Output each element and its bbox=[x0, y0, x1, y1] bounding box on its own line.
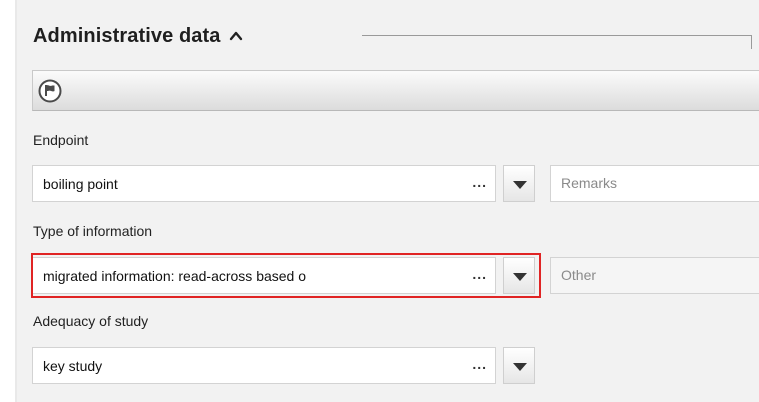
endpoint-field[interactable]: boiling point ... bbox=[32, 165, 496, 202]
endpoint-value: boiling point bbox=[43, 176, 118, 192]
adequacy-of-study-value: key study bbox=[43, 358, 103, 374]
adequacy-of-study-dropdown-button[interactable] bbox=[503, 347, 535, 384]
chevron-down-icon bbox=[513, 363, 527, 371]
section-title: Administrative data bbox=[33, 24, 221, 47]
flag-icon[interactable] bbox=[38, 79, 62, 103]
section-header[interactable]: Administrative data bbox=[33, 18, 243, 54]
panel-edge bbox=[15, 0, 17, 402]
section-divider-edge bbox=[751, 35, 752, 49]
remarks-placeholder: Remarks bbox=[561, 175, 618, 191]
endpoint-dropdown-button[interactable] bbox=[503, 165, 535, 202]
chevron-up-icon[interactable] bbox=[229, 29, 243, 43]
other-placeholder: Other bbox=[561, 267, 597, 283]
remarks-field[interactable]: Remarks bbox=[550, 165, 759, 202]
other-field[interactable]: Other bbox=[550, 257, 759, 294]
toolbar bbox=[32, 70, 759, 111]
chevron-down-icon bbox=[513, 181, 527, 189]
highlight-box bbox=[31, 253, 541, 298]
endpoint-label: Endpoint bbox=[33, 132, 89, 148]
endpoint-ellipsis-button[interactable]: ... bbox=[472, 174, 487, 190]
adequacy-of-study-field[interactable]: key study ... bbox=[32, 347, 496, 384]
adequacy-of-study-label: Adequacy of study bbox=[33, 313, 149, 329]
section-divider bbox=[362, 35, 752, 36]
type-of-information-label: Type of information bbox=[33, 223, 153, 239]
adequacy-of-study-ellipsis-button[interactable]: ... bbox=[472, 356, 487, 372]
